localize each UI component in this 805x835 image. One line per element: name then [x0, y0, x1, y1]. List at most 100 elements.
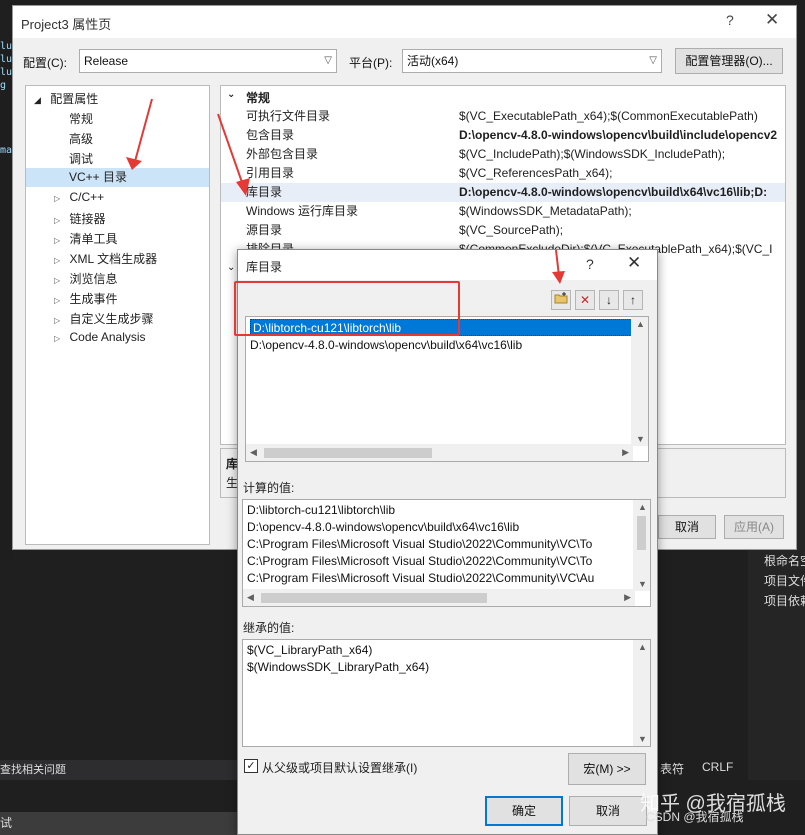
cancel-button[interactable]: 取消 [658, 515, 716, 539]
collapsed-arrow-icon: ▷ [54, 316, 61, 325]
tabs-indicator[interactable]: 表符 [660, 760, 684, 777]
tree-item-cpp[interactable]: ▷ C/C++ [54, 190, 104, 204]
project-deps-item[interactable]: 项目依赖 [764, 592, 805, 609]
collapsed-arrow-icon: ▷ [54, 296, 61, 305]
property-tree: ◢ 配置属性 常规 高级 调试 VC++ 目录 ▷ C/C++ ▷ 链接器 ▷ … [25, 85, 210, 545]
tree-item-browse[interactable]: ▷ 浏览信息 [54, 270, 118, 287]
watermark-sub: CSDN @我宿孤栈 [646, 810, 744, 824]
new-line-button[interactable] [551, 290, 571, 310]
annotation-box [234, 281, 460, 336]
delete-button[interactable]: ✕ [575, 290, 595, 310]
grid-row[interactable]: 引用目录 $(VC_ReferencesPath_x64); [221, 164, 785, 183]
ns-item[interactable]: 根命名空 [764, 552, 805, 569]
scroll-up-icon: ▲ [638, 502, 647, 512]
config-label: 配置(C): [23, 56, 67, 70]
scroll-thumb[interactable] [261, 593, 487, 603]
tree-item-xml-doc[interactable]: ▷ XML 文档生成器 [54, 250, 157, 267]
close-button[interactable]: ✕ [627, 253, 641, 273]
grid-row[interactable]: 源目录 $(VC_SourcePath); [221, 221, 785, 240]
grid-row[interactable]: 外部包含目录 $(VC_IncludePath);$(WindowsSDK_Inc… [221, 145, 785, 164]
list-item: C:\Program Files\Microsoft Visual Studio… [247, 554, 593, 568]
grid-row[interactable]: Windows 运行库目录 $(WindowsSDK_MetadataPath); [221, 202, 785, 221]
window-titlebar: Project3 属性页 ? ✕ [13, 6, 796, 38]
annotation-arrow-icon [552, 249, 565, 284]
list-item: $(VC_LibraryPath_x64) [247, 643, 373, 657]
grid-row-lib-dirs[interactable]: 库目录 D:\opencv-4.8.0-windows\opencv\build\… [221, 183, 785, 202]
grid-row[interactable]: 可执行文件目录 $(VC_ExecutablePath_x64);$(Common… [221, 107, 785, 126]
expanded-arrow-icon: ◢ [34, 95, 41, 105]
error-list-tab: 查找相关问题 [0, 760, 240, 780]
expanded-arrow-icon[interactable]: ⌄ [227, 262, 235, 273]
list-item: $(WindowsSDK_LibraryPath_x64) [247, 660, 430, 674]
help-button[interactable]: ? [726, 12, 734, 28]
delete-icon: ✕ [579, 293, 591, 307]
scroll-thumb[interactable] [637, 516, 646, 550]
platform-label: 平台(P): [349, 56, 393, 70]
config-manager-button[interactable]: 配置管理器(O)... [675, 48, 783, 74]
collapsed-arrow-icon: ▷ [54, 256, 61, 265]
scroll-up-icon: ▲ [636, 319, 645, 329]
scroll-left-icon: ◀ [250, 447, 257, 457]
status-bar: 试 [0, 812, 240, 835]
tree-item-build-events[interactable]: ▷ 生成事件 [54, 290, 118, 307]
vertical-scrollbar[interactable]: ▲ ▼ [633, 640, 650, 746]
inherit-checkbox[interactable]: ✓ [244, 759, 258, 773]
tree-item-code-analysis[interactable]: ▷ Code Analysis [54, 330, 146, 344]
list-item: C:\Program Files\Microsoft Visual Studio… [247, 571, 595, 585]
platform-combo[interactable]: 活动(x64) ▽ [402, 49, 662, 73]
crlf-indicator[interactable]: CRLF [702, 760, 733, 774]
scroll-down-icon: ▼ [638, 579, 647, 589]
list-item: C:\Program Files\Microsoft Visual Studio… [247, 537, 593, 551]
horizontal-scrollbar[interactable]: ◀ ▶ [243, 589, 635, 606]
collapsed-arrow-icon: ▷ [54, 334, 61, 343]
chevron-down-icon: ▽ [649, 55, 657, 66]
macro-button[interactable]: 宏(M) >> [568, 753, 646, 785]
scroll-left-icon: ◀ [247, 592, 254, 602]
tree-item-manifest[interactable]: ▷ 清单工具 [54, 230, 118, 247]
vertical-scrollbar[interactable]: ▲ ▼ [633, 500, 650, 591]
inherited-label: 继承的值: [243, 621, 295, 635]
new-folder-icon [554, 292, 568, 304]
grid-row[interactable]: 包含目录 D:\opencv-4.8.0-windows\opencv\build… [221, 126, 785, 145]
tree-root[interactable]: ◢ 配置属性 [34, 90, 98, 107]
horizontal-scrollbar[interactable]: ◀ ▶ [246, 444, 633, 461]
cancel-button[interactable]: 取消 [569, 796, 647, 826]
arrow-down-icon: ↓ [606, 293, 612, 307]
tree-item-custom-build[interactable]: ▷ 自定义生成步骤 [54, 310, 154, 327]
list-item[interactable]: D:\opencv-4.8.0-windows\opencv\build\x64… [250, 337, 522, 354]
arrow-up-icon: ↑ [630, 293, 636, 307]
entries-list: D:\libtorch-cu121\libtorch\lib D:\opencv… [245, 316, 649, 462]
inherit-label: 从父级或项目默认设置继承(I) [262, 761, 418, 775]
find-issues-label[interactable]: 查找相关问题 [0, 764, 66, 776]
tree-item-advanced[interactable]: 高级 [69, 130, 93, 147]
expanded-arrow-icon: ⌄ [227, 89, 236, 100]
status-text: 试 [0, 816, 13, 830]
vertical-scrollbar[interactable]: ▲ ▼ [631, 317, 648, 446]
collapsed-arrow-icon: ▷ [54, 276, 61, 285]
project-file-item[interactable]: 项目文件 [764, 572, 805, 589]
config-combo[interactable]: Release ▽ [79, 49, 337, 73]
scroll-right-icon: ▶ [624, 592, 631, 602]
close-button[interactable]: ✕ [765, 10, 779, 30]
apply-button[interactable]: 应用(A) [724, 515, 784, 539]
scroll-thumb[interactable] [264, 448, 432, 458]
move-up-button[interactable]: ↑ [623, 290, 643, 310]
tree-item-debug[interactable]: 调试 [69, 150, 93, 167]
help-button[interactable]: ? [586, 256, 594, 272]
grid-section-header[interactable]: ⌄ 常规 [221, 89, 785, 109]
move-down-button[interactable]: ↓ [599, 290, 619, 310]
tree-item-general[interactable]: 常规 [69, 110, 93, 127]
collapsed-arrow-icon: ▷ [54, 236, 61, 245]
annotation-arrow-icon [126, 98, 153, 170]
ok-button[interactable]: 确定 [485, 796, 563, 826]
chevron-down-icon: ▽ [324, 55, 332, 66]
scroll-up-icon: ▲ [638, 642, 647, 652]
annotation-arrow-icon [217, 113, 250, 196]
library-dirs-dialog: 库目录 ? ✕ ✕ ↓ ↑ D:\libtorch-cu121\libtorch… [237, 249, 658, 835]
tree-item-vc-dirs[interactable]: VC++ 目录 [26, 168, 209, 187]
inherited-list: $(VC_LibraryPath_x64) $(WindowsSDK_Libra… [242, 639, 651, 747]
computed-label: 计算的值: [243, 481, 295, 495]
tree-item-linker[interactable]: ▷ 链接器 [54, 210, 106, 227]
scroll-right-icon: ▶ [622, 447, 629, 457]
collapsed-arrow-icon: ▷ [54, 194, 61, 203]
